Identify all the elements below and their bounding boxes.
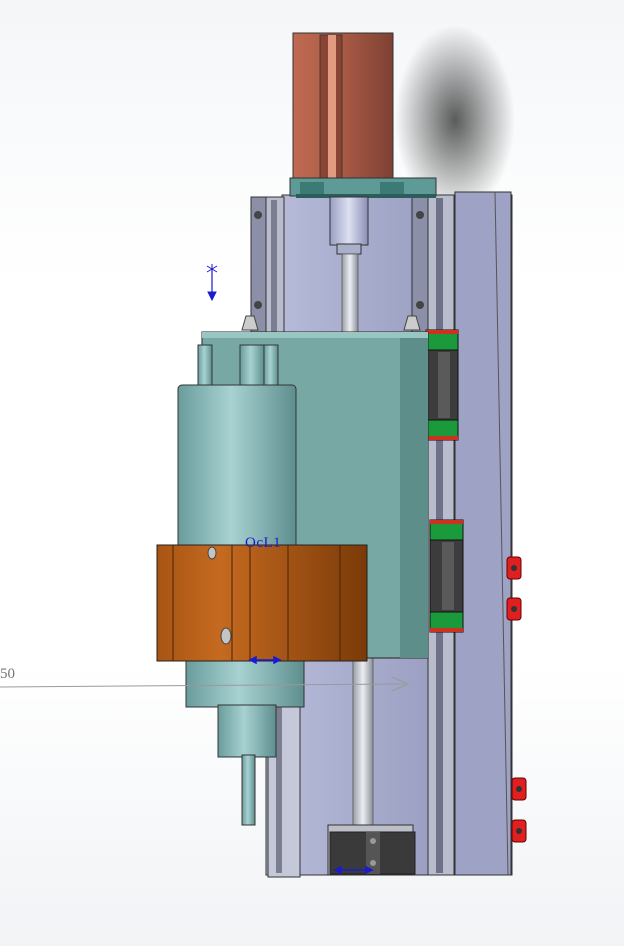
rail-block-upper[interactable]: [425, 329, 459, 441]
rail-block-lower[interactable]: [429, 519, 464, 633]
sketch-label[interactable]: OcL1: [245, 535, 281, 552]
shaft-coupler[interactable]: [329, 196, 369, 255]
spindle-clamp[interactable]: [156, 544, 368, 662]
spindle-assembly-model[interactable]: [0, 0, 624, 946]
cad-viewport[interactable]: 50 OcL1: [0, 0, 624, 946]
origin-triad-marker[interactable]: [206, 264, 218, 302]
dimension-value[interactable]: 50: [0, 666, 15, 683]
